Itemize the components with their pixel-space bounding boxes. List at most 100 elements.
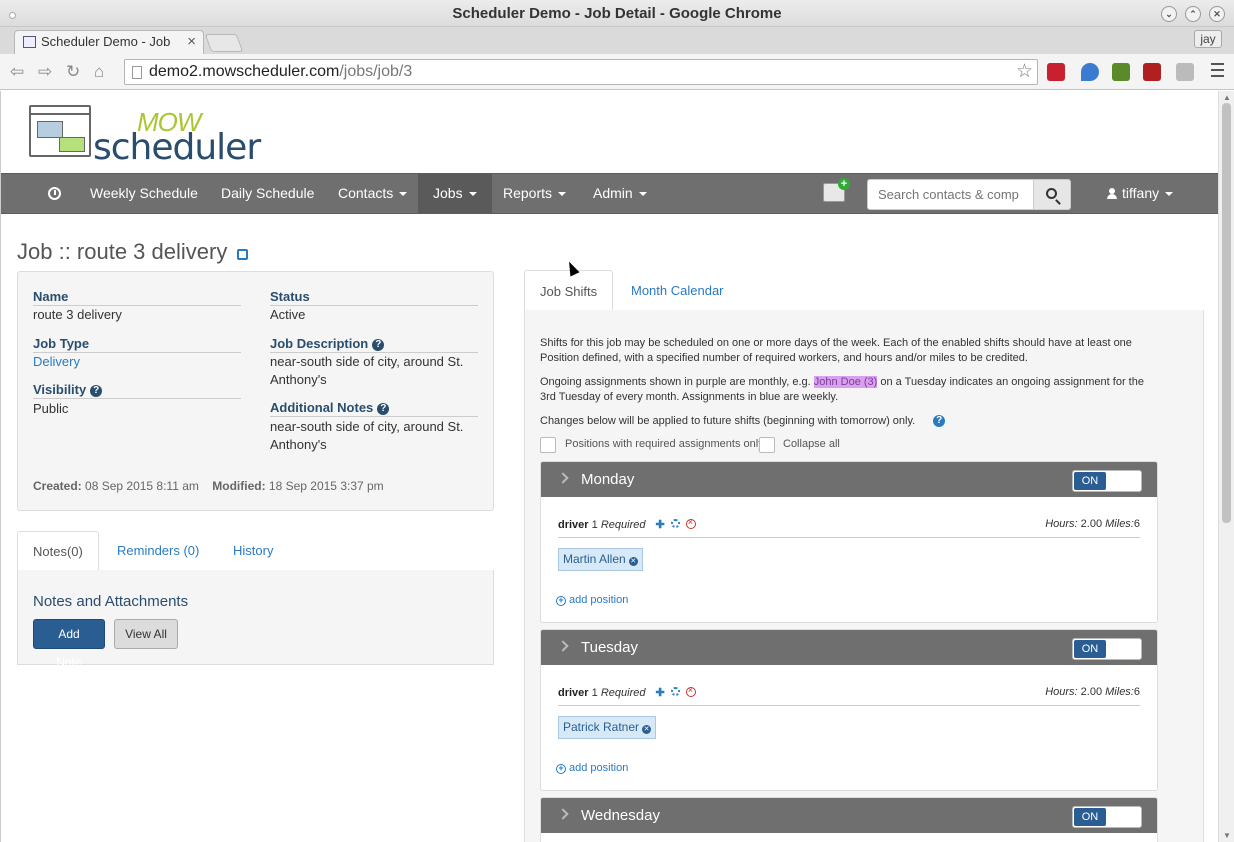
gear-icon[interactable] xyxy=(670,687,680,696)
heart-extension-icon[interactable] xyxy=(1081,63,1099,81)
user-menu[interactable]: tiffany xyxy=(1107,174,1174,213)
tab-notes[interactable]: Notes(0) xyxy=(17,531,99,571)
tab-job-shifts[interactable]: Job Shifts xyxy=(524,270,614,311)
required-only-checkbox[interactable] xyxy=(540,437,556,453)
position-row: driver 1 Required ✚ Hours: 2.00 Miles:6 xyxy=(558,517,1140,538)
clock-icon[interactable] xyxy=(48,187,61,200)
collapse-all-checkbox[interactable] xyxy=(759,437,775,453)
window-titlebar: Scheduler Demo - Job Detail - Google Chr… xyxy=(0,0,1234,27)
ongoing-note: Ongoing assignments shown in purple are … xyxy=(540,376,1144,403)
browser-tab-strip: Scheduler Demo - Job × jay xyxy=(0,27,1234,54)
gear-icon[interactable] xyxy=(670,519,680,528)
add-note-button[interactable]: Add Note xyxy=(33,619,105,669)
assignee-chip[interactable]: Martin Allen ✕ xyxy=(558,548,643,571)
minimize-icon[interactable]: ⌄ xyxy=(1161,6,1177,22)
visibility-value: Public xyxy=(33,401,69,416)
home-icon[interactable]: ⌂ xyxy=(94,62,104,82)
shield-extension-icon[interactable] xyxy=(1176,63,1194,81)
window-menu-dot[interactable] xyxy=(9,12,16,19)
new-tab-button[interactable] xyxy=(204,34,244,52)
browser-menu-icon[interactable] xyxy=(1211,63,1224,77)
nav-contacts[interactable]: Contacts xyxy=(338,174,408,213)
logo-window-icon xyxy=(29,105,91,157)
position-name: driver xyxy=(558,519,589,531)
day-toggle[interactable]: ON xyxy=(1072,470,1142,492)
remove-assignee-icon[interactable]: ✕ xyxy=(628,557,638,566)
chevron-down-icon xyxy=(1165,192,1174,197)
page-favicon-icon xyxy=(23,36,36,48)
chevron-down-icon xyxy=(468,192,477,197)
reload-icon[interactable]: ↻ xyxy=(66,62,80,82)
logo-scheduler-text: scheduler xyxy=(93,127,261,168)
page-title-text: Job :: route 3 delivery xyxy=(17,239,228,264)
nav-contacts-label: Contacts xyxy=(338,185,394,201)
page-icon xyxy=(132,66,142,79)
scrollbar-thumb[interactable] xyxy=(1222,103,1231,523)
edit-icon[interactable] xyxy=(237,249,249,260)
mow-scheduler-logo[interactable]: MOW scheduler xyxy=(29,105,269,168)
toggle-on-label: ON xyxy=(1074,472,1106,490)
modified-value: 18 Sep 2015 3:37 pm xyxy=(268,479,384,493)
tab-history[interactable]: History xyxy=(218,531,288,571)
maximize-icon[interactable]: ⌃ xyxy=(1185,6,1201,22)
s-extension-icon[interactable] xyxy=(1143,63,1161,81)
day-toggle[interactable]: ON xyxy=(1072,638,1142,660)
scroll-down-icon[interactable]: ▼ xyxy=(1223,831,1231,840)
day-card-monday: Monday ON driver 1 Required ✚ Hours: 2.0… xyxy=(540,461,1158,623)
add-contact-icon[interactable]: + xyxy=(823,178,850,202)
add-assignee-icon[interactable]: ✚ xyxy=(656,686,665,699)
bookmark-star-icon[interactable]: ☆ xyxy=(1016,60,1033,84)
nav-admin-label: Admin xyxy=(593,185,633,201)
help-icon[interactable]: ? xyxy=(377,403,390,415)
help-icon[interactable]: ? xyxy=(933,415,946,427)
remove-position-icon[interactable] xyxy=(685,685,696,697)
position-required: 1 Required xyxy=(591,519,646,531)
additional-notes-line-2: Anthony's xyxy=(270,437,327,452)
day-toggle[interactable]: ON xyxy=(1072,806,1142,828)
add-position-link[interactable]: + add position xyxy=(556,762,628,774)
nav-weekly-schedule[interactable]: Weekly Schedule xyxy=(90,174,198,213)
search-button[interactable] xyxy=(1033,179,1071,210)
search-input[interactable] xyxy=(867,179,1034,210)
required-only-label: Positions with required assignments only xyxy=(565,438,764,450)
monitor-extension-icon[interactable] xyxy=(1112,63,1130,81)
tab-reminders[interactable]: Reminders (0) xyxy=(102,531,214,571)
help-icon[interactable]: ? xyxy=(90,385,103,397)
shift-tabs: Job Shifts Month Calendar xyxy=(524,270,1204,311)
chevron-right-icon xyxy=(557,808,569,820)
view-all-button[interactable]: View All xyxy=(114,619,178,649)
add-assignee-icon[interactable]: ✚ xyxy=(656,518,665,531)
profile-button[interactable]: jay xyxy=(1194,30,1222,48)
day-header[interactable]: Tuesday ON xyxy=(541,630,1157,665)
day-header[interactable]: Wednesday ON xyxy=(541,798,1157,833)
nav-daily-schedule[interactable]: Daily Schedule xyxy=(221,174,314,213)
lastpass-extension-icon[interactable] xyxy=(1047,63,1065,81)
tab-close-icon[interactable]: × xyxy=(187,31,196,53)
notes-tabs: Notes(0) Reminders (0) History xyxy=(17,531,494,571)
chevron-down-icon xyxy=(638,192,647,197)
nav-jobs[interactable]: Jobs xyxy=(418,174,492,213)
add-position-link[interactable]: + add position xyxy=(556,594,628,606)
address-bar[interactable]: demo2.mowscheduler.com/jobs/job/3 ☆ xyxy=(124,59,1038,85)
shifts-intro: Shifts for this job may be scheduled on … xyxy=(540,337,1132,364)
tab-month-calendar[interactable]: Month Calendar xyxy=(616,270,739,311)
remove-position-icon[interactable] xyxy=(685,517,696,529)
remove-assignee-icon[interactable]: ✕ xyxy=(642,725,652,734)
page-scrollbar[interactable]: ▲ ▼ xyxy=(1218,91,1234,842)
nav-admin[interactable]: Admin xyxy=(593,174,647,213)
created-value: 08 Sep 2015 8:11 am xyxy=(85,479,199,493)
forward-icon[interactable]: ⇨ xyxy=(38,62,52,82)
browser-tab[interactable]: Scheduler Demo - Job × xyxy=(14,30,204,54)
nav-reports[interactable]: Reports xyxy=(503,174,567,213)
day-header[interactable]: Monday ON xyxy=(541,462,1157,497)
job-type-label: Job Type xyxy=(33,336,241,353)
visibility-label: Visibility? xyxy=(33,382,241,399)
hours-miles: Hours: 2.00 Miles:6 xyxy=(1045,686,1140,698)
scroll-up-icon[interactable]: ▲ xyxy=(1223,93,1231,102)
back-icon[interactable]: ⇦ xyxy=(10,62,24,82)
job-type-link[interactable]: Delivery xyxy=(33,353,80,371)
help-icon[interactable]: ? xyxy=(372,339,385,351)
nav-reports-label: Reports xyxy=(503,185,553,201)
close-window-icon[interactable]: ✕ xyxy=(1209,6,1225,22)
assignee-chip[interactable]: Patrick Ratner ✕ xyxy=(558,716,657,739)
